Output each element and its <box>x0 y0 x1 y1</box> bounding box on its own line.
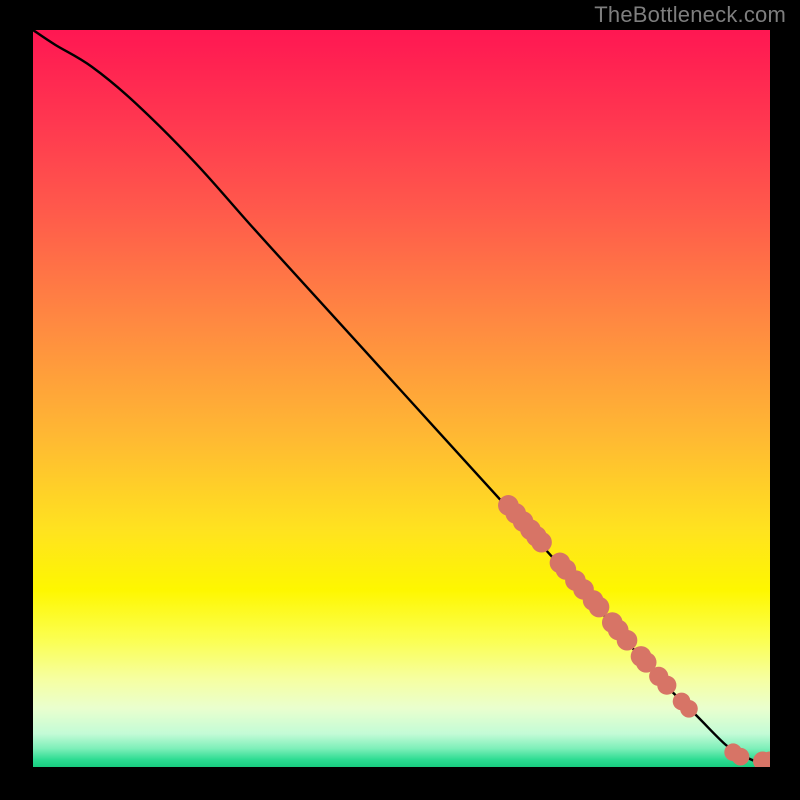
curve-layer <box>33 30 770 767</box>
attribution-text: TheBottleneck.com <box>594 2 786 28</box>
data-dot <box>531 532 552 553</box>
data-dot <box>657 676 676 695</box>
data-dot <box>732 748 750 766</box>
stage: TheBottleneck.com <box>0 0 800 800</box>
plot-area <box>33 30 770 767</box>
data-dot <box>680 700 698 718</box>
bottleneck-curve <box>33 30 770 762</box>
data-dots <box>498 495 770 767</box>
data-dot <box>617 630 638 651</box>
